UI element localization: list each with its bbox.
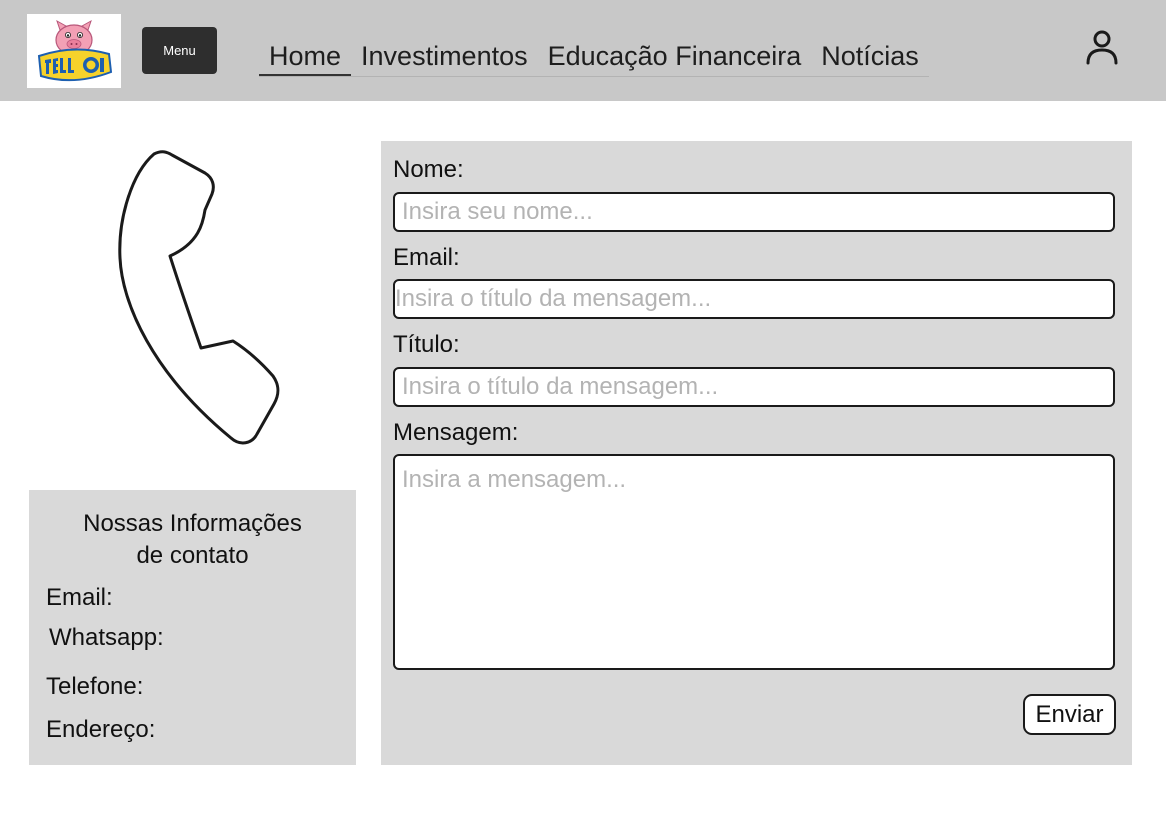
contact-whatsapp-label: Whatsapp: <box>49 624 164 651</box>
contact-email-label: Email: <box>46 584 113 611</box>
nav-educacao-financeira[interactable]: Educação Financeira <box>538 37 812 76</box>
menu-button[interactable]: Menu <box>142 27 217 74</box>
nav-investimentos[interactable]: Investimentos <box>351 37 538 76</box>
name-input[interactable] <box>393 192 1115 232</box>
message-textarea[interactable] <box>393 454 1115 670</box>
brand-logo[interactable] <box>27 14 121 88</box>
nav-noticias[interactable]: Notícias <box>811 37 929 76</box>
contact-info-panel: Nossas Informações de contato Email: Wha… <box>29 490 356 765</box>
contact-title-line1: Nossas Informações <box>83 510 302 537</box>
name-label: Nome: <box>393 156 464 183</box>
contact-phone-label: Telefone: <box>46 673 144 700</box>
user-icon[interactable] <box>1084 28 1120 68</box>
nav-home[interactable]: Home <box>259 37 352 76</box>
contact-title-line2: de contato <box>136 542 249 569</box>
piggy-logo-icon <box>27 14 121 88</box>
contact-form: Nome: Email: Título: Mensagem: Enviar <box>381 141 1132 765</box>
email-input[interactable] <box>393 279 1115 319</box>
main-nav: Home Investimentos Educação Financeira N… <box>259 37 929 77</box>
title-label: Título: <box>393 331 460 358</box>
title-input[interactable] <box>393 367 1115 407</box>
send-button[interactable]: Enviar <box>1023 694 1116 735</box>
contact-address-label: Endereço: <box>46 716 156 743</box>
contact-info-title: Nossas Informações de contato <box>29 508 356 572</box>
top-header: Menu Home Investimentos Educação Finance… <box>0 0 1166 101</box>
phone-icon <box>118 150 280 445</box>
message-label: Mensagem: <box>393 419 519 446</box>
email-label: Email: <box>393 244 460 271</box>
